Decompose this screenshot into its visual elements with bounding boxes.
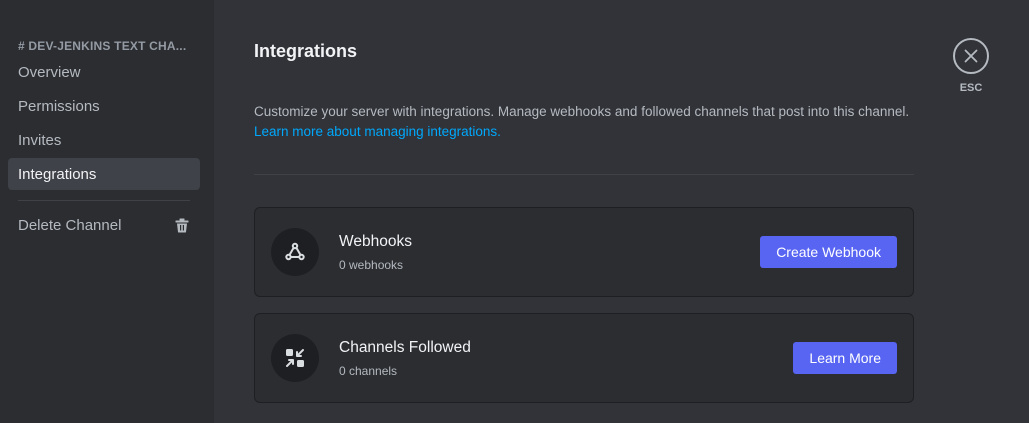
description-text: Customize your server with integrations.… [254, 104, 910, 119]
delete-channel-label: Delete Channel [18, 216, 122, 234]
delete-channel-button[interactable]: Delete Channel [8, 209, 200, 241]
learn-more-button[interactable]: Learn More [793, 342, 897, 374]
webhooks-title: Webhooks [339, 232, 412, 250]
channels-followed-icon [271, 334, 319, 382]
trash-icon [174, 217, 190, 233]
close-icon [964, 49, 978, 63]
channels-followed-card[interactable]: Channels Followed 0 channels Learn More [254, 313, 914, 403]
content-divider [254, 174, 914, 175]
settings-content: Integrations Customize your server with … [214, 0, 1029, 423]
webhooks-card-text: Webhooks 0 webhooks [339, 232, 760, 273]
channels-followed-card-text: Channels Followed 0 channels [339, 338, 793, 379]
learn-more-link[interactable]: Learn more about managing integrations. [254, 122, 914, 142]
sidebar-divider [18, 200, 190, 201]
create-webhook-button[interactable]: Create Webhook [760, 236, 897, 268]
close-control: ESC [953, 38, 989, 94]
esc-label: ESC [959, 82, 983, 94]
sidebar-item-invites[interactable]: Invites [8, 124, 200, 156]
webhooks-card[interactable]: Webhooks 0 webhooks Create Webhook [254, 207, 914, 297]
webhooks-count: 0 webhooks [339, 257, 404, 272]
sidebar-item-overview[interactable]: Overview [8, 56, 200, 88]
webhook-icon [271, 228, 319, 276]
page-title: Integrations [254, 41, 358, 61]
sidebar-item-integrations[interactable]: Integrations [8, 158, 200, 190]
channels-followed-count: 0 channels [339, 363, 398, 378]
sidebar-header: # DEV-JENKINS TEXT CHA... [18, 39, 187, 53]
app-window: # DEV-JENKINS TEXT CHA... Overview Permi… [0, 0, 1029, 423]
close-button[interactable] [953, 38, 989, 74]
channels-followed-title: Channels Followed [339, 338, 471, 356]
page-description: Customize your server with integrations.… [254, 102, 914, 142]
settings-sidebar: # DEV-JENKINS TEXT CHA... Overview Permi… [0, 0, 214, 423]
sidebar-item-permissions[interactable]: Permissions [8, 90, 200, 122]
